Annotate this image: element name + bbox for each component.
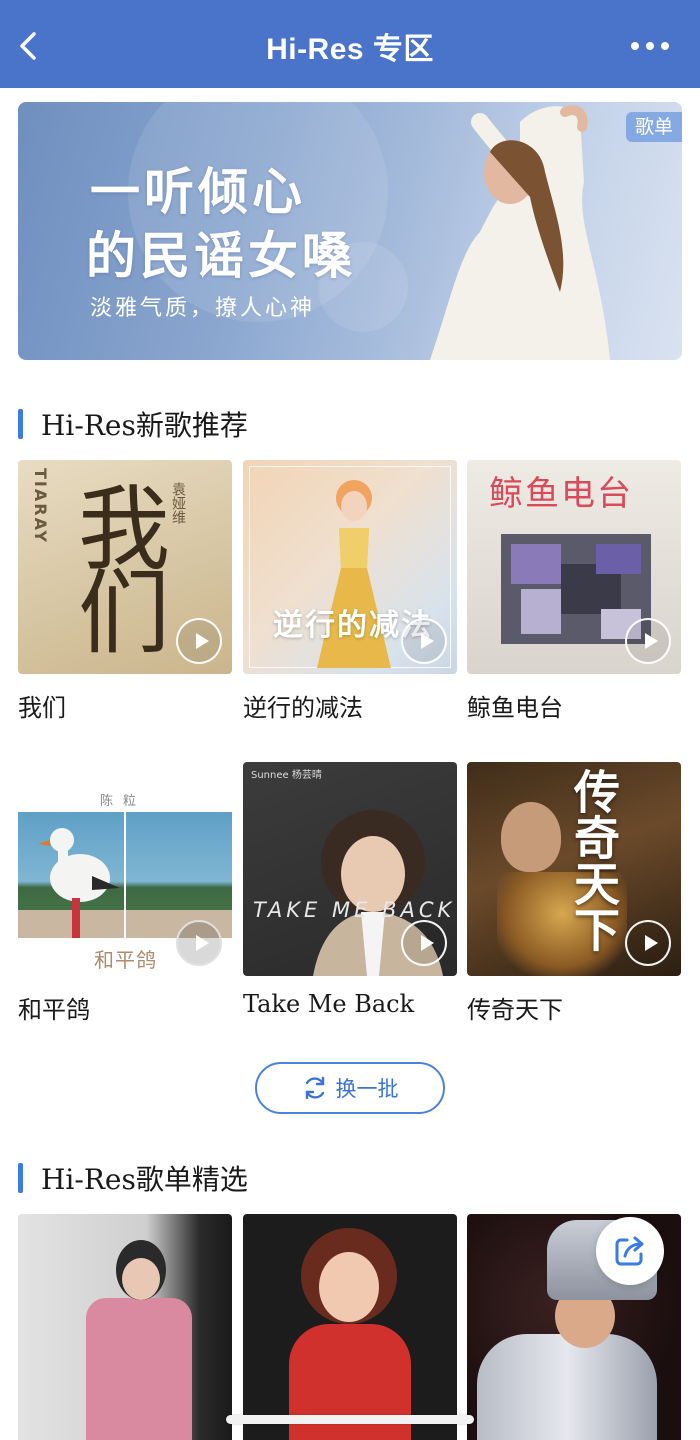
song-name: 和平鸽 (18, 996, 90, 1024)
album-cover: TAKE ME BACK Sunnee 杨芸晴 (243, 762, 457, 976)
play-icon[interactable] (625, 920, 671, 966)
share-icon (615, 1236, 644, 1266)
page-title: Hi-Res 专区 (266, 33, 434, 66)
song-name: 传奇天下 (467, 996, 563, 1024)
cover-artist: 陈粒 (100, 794, 147, 809)
cover-artist: 袁娅维 (170, 482, 186, 524)
section-header-playlists: Hi-Res歌单精选 (18, 1160, 248, 1196)
banner-singer-image (430, 105, 610, 360)
song-card-legend[interactable]: 传奇天下 传奇天下 (467, 762, 681, 1024)
cover-title: 鲸鱼电台 (489, 474, 633, 514)
play-icon[interactable] (176, 618, 222, 664)
banner-headline-line2: 的民谣女嗓 (86, 227, 356, 285)
cover-side-text: TIARAY (31, 468, 50, 545)
refresh-batch-button[interactable]: 换一批 (255, 1062, 445, 1114)
play-icon[interactable] (401, 920, 447, 966)
section-header-new-songs: Hi-Res新歌推荐 (18, 406, 248, 442)
top-nav-bar: Hi-Res 专区 (0, 0, 700, 88)
album-cover: 鲸鱼电台 (467, 460, 681, 674)
banner-headline-line1: 一听倾心 (90, 163, 306, 221)
song-card-whale-radio[interactable]: 鲸鱼电台 鲸鱼电台 (467, 460, 681, 722)
playlist-badge: 歌单 (626, 112, 682, 142)
section-accent-bar (18, 409, 23, 439)
album-cover: 传奇天下 (467, 762, 681, 976)
refresh-icon (305, 1076, 324, 1100)
section-title: Hi-Res歌单精选 (41, 1163, 248, 1196)
playlist-cover-figure (477, 1334, 657, 1440)
song-card-dove[interactable]: 陈粒 和平鸽 和平鸽 (18, 762, 232, 1024)
section-accent-bar (18, 1163, 23, 1193)
cover-title: 和平鸽 (94, 948, 157, 972)
more-dots-icon (631, 42, 669, 50)
share-button[interactable] (596, 1217, 664, 1285)
playlist-card[interactable] (18, 1214, 232, 1440)
song-name: Take Me Back (243, 990, 415, 1018)
song-card-take-me-back[interactable]: TAKE ME BACK Sunnee 杨芸晴 Take Me Back (243, 762, 457, 1018)
album-cover: TIARAY 我们 袁娅维 (18, 460, 232, 674)
cover-divider (124, 812, 126, 938)
play-icon[interactable] (625, 618, 671, 664)
playlist-cover-figure (122, 1258, 160, 1300)
refresh-label: 换一批 (335, 1077, 399, 1101)
play-icon[interactable] (401, 618, 447, 664)
song-name: 逆行的减法 (243, 694, 363, 722)
playlist-cover-figure (86, 1298, 192, 1440)
playlist-cover-figure (319, 1252, 379, 1322)
cover-title: TAKE ME BACK (253, 898, 456, 922)
featured-banner[interactable]: 一听倾心 的民谣女嗓 淡雅气质，撩人心神 歌单 (18, 102, 682, 360)
cover-singer-face (501, 802, 561, 872)
song-card-nixing[interactable]: 逆行的减法 逆行的减法 (243, 460, 457, 722)
cover-title: 传奇天下 (567, 768, 621, 952)
play-icon[interactable] (176, 920, 222, 966)
cover-artist: Sunnee 杨芸晴 (251, 770, 322, 781)
song-card-women[interactable]: TIARAY 我们 袁娅维 我们 (18, 460, 232, 722)
album-cover: 陈粒 和平鸽 (18, 762, 232, 976)
home-indicator[interactable] (226, 1415, 474, 1424)
banner-tagline: 淡雅气质，撩人心神 (90, 296, 316, 321)
section-title: Hi-Res新歌推荐 (41, 409, 248, 442)
more-button[interactable] (630, 36, 670, 56)
playlist-card[interactable] (243, 1214, 457, 1440)
cover-bird-image (38, 828, 120, 938)
song-name: 鲸鱼电台 (467, 694, 563, 722)
album-cover: 逆行的减法 (243, 460, 457, 674)
song-name: 我们 (18, 694, 66, 722)
